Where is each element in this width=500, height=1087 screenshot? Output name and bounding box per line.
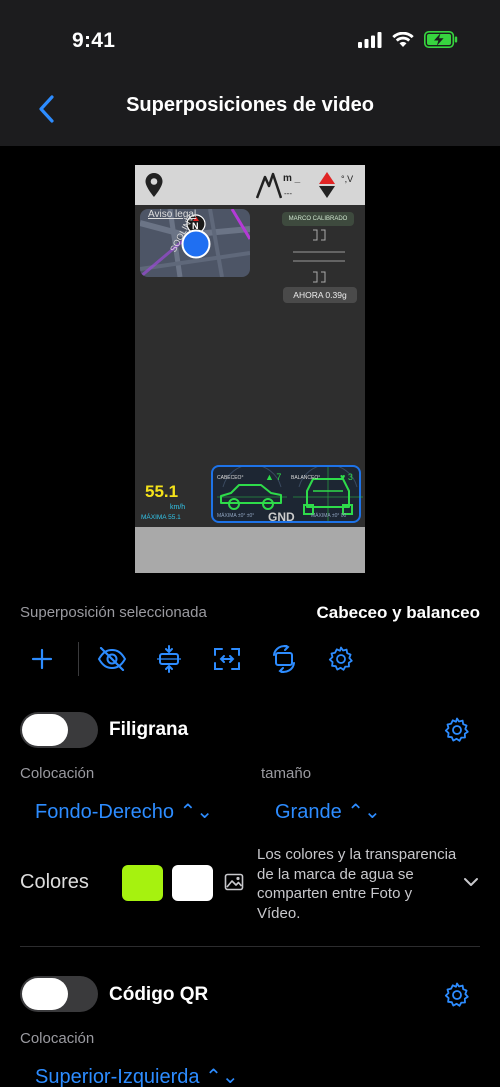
overlay-settings-button[interactable] bbox=[326, 644, 356, 674]
resize-icon bbox=[214, 648, 240, 670]
add-overlay-button[interactable] bbox=[27, 644, 57, 674]
pitch-max: MÁXIMA ±0° ±0° bbox=[217, 513, 255, 519]
g-force-crosshair-icon bbox=[293, 229, 345, 283]
battery-charging-icon bbox=[424, 31, 458, 48]
watermark-size-select[interactable]: Grande ⌃⌄ bbox=[275, 799, 381, 824]
watermark-title: Filigrana bbox=[109, 719, 189, 740]
eye-slash-icon bbox=[97, 647, 127, 671]
qr-placement-select[interactable]: Superior-Izquierda ⌃⌄ bbox=[35, 1064, 239, 1087]
toggle-knob bbox=[22, 714, 68, 746]
roll-max: MÁXIMA ±0° 00 bbox=[311, 513, 347, 519]
image-icon[interactable] bbox=[224, 872, 244, 892]
watermark-color-2-swatch[interactable] bbox=[172, 865, 213, 901]
page-title: Superposiciones de video bbox=[126, 94, 374, 116]
chevron-down-icon[interactable] bbox=[462, 875, 480, 889]
preview-top-bar: m _ --- °,V bbox=[135, 165, 365, 205]
mountain-icon bbox=[256, 172, 282, 199]
watermark-size-label: tamaño bbox=[261, 765, 312, 782]
overlay-toolbar bbox=[0, 638, 500, 680]
status-bar: 9:41 bbox=[0, 0, 500, 74]
cellular-signal-icon bbox=[358, 31, 382, 48]
calibrated-badge: MARCO CALIBRADO bbox=[282, 212, 354, 226]
section-divider bbox=[20, 946, 480, 947]
roll-value: ♥ 3 bbox=[340, 472, 353, 482]
rotate-icon bbox=[273, 645, 295, 673]
gnd-label: GND bbox=[268, 510, 295, 524]
compass-arrow-icon bbox=[319, 172, 335, 198]
pitch-label: CABECEO° bbox=[217, 475, 244, 481]
preview-altitude-unit: m _ bbox=[283, 173, 301, 184]
toggle-knob bbox=[22, 978, 68, 1010]
plus-icon bbox=[31, 648, 53, 670]
roll-label: BALANCEO° bbox=[291, 475, 321, 481]
preview-bottom-bar bbox=[135, 527, 365, 573]
qr-code-title: Código QR bbox=[109, 984, 209, 1005]
watermark-toggle[interactable] bbox=[20, 712, 98, 748]
status-icons bbox=[358, 31, 458, 48]
speed-unit: km/h bbox=[170, 504, 186, 511]
qr-code-toggle[interactable] bbox=[20, 976, 98, 1012]
map-legal-link[interactable]: Aviso legal bbox=[148, 209, 196, 220]
wifi-icon bbox=[392, 31, 414, 47]
navigation-bar: Superposiciones de video bbox=[0, 74, 500, 146]
watermark-colors-note: Los colores y la transparencia de la mar… bbox=[257, 846, 457, 922]
hide-overlay-button[interactable] bbox=[97, 644, 127, 674]
pitch-value: ▲ 7 bbox=[265, 472, 282, 482]
speed-value: 55.1 bbox=[145, 482, 179, 501]
watermark-placement-label: Colocación bbox=[20, 765, 95, 782]
watermark-color-1-swatch[interactable] bbox=[122, 865, 163, 901]
vertical-align-icon bbox=[157, 645, 181, 673]
speed-max: MÁXIMA 55.1 bbox=[141, 514, 181, 521]
qr-placement-label: Colocación bbox=[20, 1030, 95, 1047]
g-force-now-badge: AHORA 0.39g bbox=[283, 287, 357, 303]
preview-heading-unit: °,V bbox=[341, 174, 354, 184]
selected-overlay-value[interactable]: Cabeceo y balanceo bbox=[317, 603, 480, 623]
vertical-align-button[interactable] bbox=[154, 644, 184, 674]
status-time: 9:41 bbox=[72, 29, 116, 52]
resize-overlay-button[interactable] bbox=[212, 644, 242, 674]
video-preview[interactable]: m _ --- °,V N SOOLINV Aviso legal MARCO … bbox=[135, 165, 365, 573]
watermark-colors-label: Colores bbox=[20, 871, 89, 893]
rotate-overlay-button[interactable] bbox=[269, 644, 299, 674]
toolbar-separator bbox=[78, 642, 79, 676]
watermark-placement-select[interactable]: Fondo-Derecho ⌃⌄ bbox=[35, 799, 213, 824]
qr-settings-gear-icon[interactable] bbox=[444, 982, 470, 1008]
gear-icon bbox=[328, 646, 353, 671]
preview-altitude-value: --- bbox=[284, 189, 292, 198]
watermark-settings-gear-icon[interactable] bbox=[444, 717, 470, 743]
selected-overlay-label: Superposición seleccionada bbox=[20, 604, 207, 621]
location-pin-icon bbox=[145, 173, 163, 197]
